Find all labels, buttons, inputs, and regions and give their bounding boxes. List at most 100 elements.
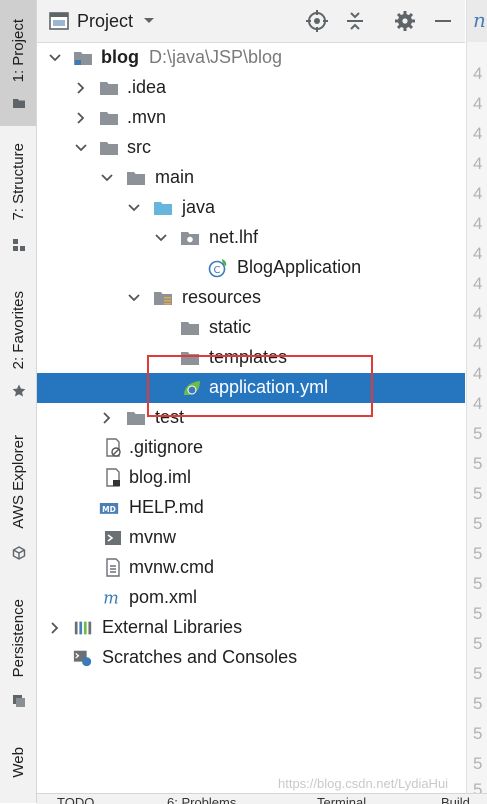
tree-row-scratches[interactable]: Scratches and Consoles <box>37 643 465 673</box>
hide-button[interactable] <box>431 9 455 33</box>
settings-button[interactable] <box>393 9 417 33</box>
tree-row-static[interactable]: static <box>37 313 465 343</box>
tree-row-help-md[interactable]: MD HELP.md <box>37 493 465 523</box>
folder-icon <box>100 142 118 155</box>
tree-row-resources[interactable]: resources <box>37 283 465 313</box>
chevron-down-icon[interactable] <box>47 50 63 66</box>
tree-row-pom-xml[interactable]: m pom.xml <box>37 583 465 613</box>
line-number: 5 <box>473 454 483 473</box>
star-icon <box>12 384 26 397</box>
tree-label: BlogApplication <box>237 257 362 277</box>
tree-label: .idea <box>127 77 167 97</box>
tree-label-blog: blog <box>101 47 139 67</box>
svg-text:C: C <box>214 265 221 276</box>
bottom-toolbar: TODO 6: Problems Terminal Build <box>37 793 487 804</box>
cube-icon <box>12 546 26 560</box>
locate-file-button[interactable] <box>305 9 329 33</box>
tree-label: Scratches and Consoles <box>102 647 298 667</box>
markdown-file-icon: MD <box>99 503 119 514</box>
text-file-icon <box>106 558 120 577</box>
folder-icon <box>100 112 118 125</box>
line-number: 5 <box>473 484 483 503</box>
line-number: 4 <box>473 274 483 293</box>
highlight-box <box>147 355 373 417</box>
gear-icon <box>395 11 415 31</box>
tab-web-label: Web <box>9 746 27 778</box>
tree-row-external-libraries[interactable]: External Libraries <box>37 613 465 643</box>
tree-label: net.lhf <box>209 227 259 247</box>
tree-label: main <box>155 167 195 187</box>
tool-window-sidebar: 1: Project 7: Structure 2: Favorites AWS… <box>0 0 37 803</box>
tab-aws-explorer-label: AWS Explorer <box>9 435 27 529</box>
line-number: 5 <box>473 634 483 653</box>
chevron-down-icon[interactable] <box>126 290 142 306</box>
line-number: 5 <box>473 424 483 443</box>
watermark: https://blog.csdn.net/LydiaHui <box>278 776 449 791</box>
project-toolbar: Project <box>37 0 465 43</box>
tree-label: External Libraries <box>102 617 243 637</box>
tree-label: resources <box>182 287 262 307</box>
tree-row-mvnw-cmd[interactable]: mvnw.cmd <box>37 553 465 583</box>
persistence-icon <box>13 695 25 707</box>
tree-label: blog.iml <box>129 467 192 487</box>
editor-tab-strip[interactable]: n <box>467 0 487 42</box>
tab-persistence-label: Persistence <box>9 598 27 678</box>
tree-row-gitignore[interactable]: .gitignore <box>37 433 465 463</box>
chevron-right-icon[interactable] <box>99 410 115 426</box>
tree-label: src <box>127 137 151 157</box>
tab-favorites[interactable]: 2: Favorites <box>0 280 36 410</box>
tab-web[interactable]: Web <box>0 732 36 792</box>
tree-label: .mvn <box>127 107 167 127</box>
source-folder-icon <box>154 202 172 215</box>
line-number: 5 <box>473 574 483 593</box>
chevron-right-icon[interactable] <box>73 110 89 126</box>
structure-icon <box>13 239 25 251</box>
tree-row-blog-iml[interactable]: blog.iml <box>37 463 465 493</box>
folder-icon <box>127 172 145 185</box>
line-number: 4 <box>473 304 483 323</box>
tree-label: .gitignore <box>129 437 204 457</box>
module-file-icon <box>106 468 120 487</box>
project-view-selector[interactable]: Project <box>49 10 155 32</box>
line-number: 4 <box>473 154 483 173</box>
tab-persistence[interactable]: Persistence <box>0 590 36 720</box>
folder-icon <box>127 412 145 425</box>
collapse-all-icon <box>347 12 363 30</box>
line-number: 5 <box>473 754 483 773</box>
line-number: 4 <box>473 94 483 113</box>
chevron-right-icon[interactable] <box>73 80 89 96</box>
tab-aws-explorer[interactable]: AWS Explorer <box>0 428 36 568</box>
line-number: 5 <box>473 724 483 743</box>
chevron-down-icon[interactable] <box>126 200 142 216</box>
tree-label: java <box>182 197 216 217</box>
tree-label: mvnw.cmd <box>129 557 215 577</box>
line-number: 4 <box>473 184 483 203</box>
folder-icon <box>181 322 199 335</box>
tree-row-package[interactable]: net.lhf <box>37 223 465 253</box>
tree-row-java[interactable]: java <box>37 193 465 223</box>
tree-row-main[interactable]: main <box>37 163 465 193</box>
tab-structure[interactable]: 7: Structure <box>0 130 36 260</box>
chevron-down-icon[interactable] <box>73 140 89 156</box>
tab-project[interactable]: 1: Project <box>0 0 36 126</box>
tree-row-idea[interactable]: .idea <box>37 73 465 103</box>
package-icon <box>181 232 199 245</box>
chevron-down-icon[interactable] <box>99 170 115 186</box>
tree-row-blog[interactable]: blog D:\java\JSP\blog <box>37 43 465 73</box>
tab-favorites-label: 2: Favorites <box>9 290 27 370</box>
tree-row-blog-application[interactable]: C BlogApplication <box>37 253 465 283</box>
tree-row-src[interactable]: src <box>37 133 465 163</box>
maven-icon: m <box>103 588 119 607</box>
tree-row-mvnw[interactable]: mvnw <box>37 523 465 553</box>
line-number: 4 <box>473 364 483 383</box>
line-number: 4 <box>473 334 483 353</box>
chevron-right-icon[interactable] <box>47 620 63 636</box>
line-number: 4 <box>473 394 483 413</box>
tree-row-mvn[interactable]: .mvn <box>37 103 465 133</box>
chevron-down-icon[interactable] <box>153 230 169 246</box>
collapse-all-button[interactable] <box>343 9 367 33</box>
editor-gutter: n 4 4 4 4 4 4 4 4 4 4 4 4 5 5 5 5 5 5 5 … <box>466 0 487 803</box>
line-number: 5 <box>473 664 483 683</box>
line-number: 5 <box>473 544 483 563</box>
crosshair-icon <box>306 10 328 32</box>
